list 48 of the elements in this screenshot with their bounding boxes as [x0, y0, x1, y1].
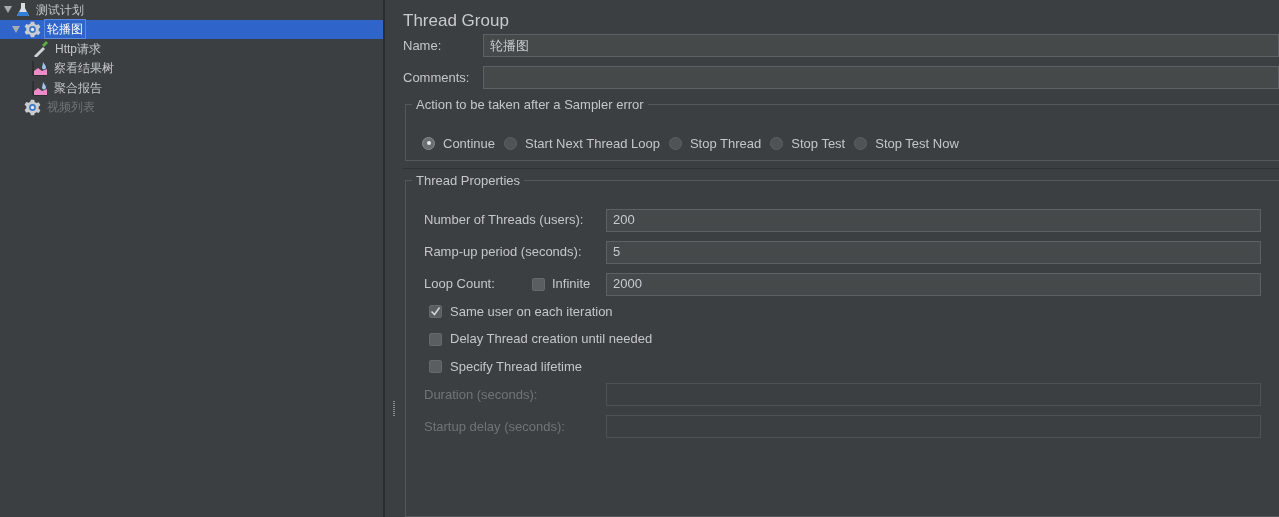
radio-label: Start Next Thread Loop [525, 134, 660, 153]
checkbox[interactable] [429, 360, 442, 373]
radio-label: Stop Test [791, 134, 846, 153]
radio-label: Stop Thread [689, 134, 762, 153]
tree-item[interactable]: 察看结果树 [0, 58, 383, 78]
tree-item[interactable]: Http请求 [0, 39, 383, 59]
field-label: Loop Count: [424, 275, 496, 294]
checkbox-label: Same user on each iteration [450, 302, 613, 321]
radio-label: Continue [443, 134, 496, 153]
radio-button[interactable] [422, 136, 435, 150]
name-field[interactable]: 轮播图 [483, 34, 1279, 57]
number-field[interactable]: 200 [606, 208, 1261, 232]
group-title: Action to be taken after a Sampler error [415, 96, 645, 114]
radio-button[interactable] [770, 136, 784, 150]
field-label: Comments: [403, 68, 471, 87]
field-label: Name: [403, 36, 443, 55]
checkbox[interactable] [429, 305, 442, 318]
comments-field[interactable] [483, 66, 1279, 89]
number-field[interactable]: 2000 [606, 272, 1261, 296]
radio-button[interactable] [854, 136, 868, 150]
flask-icon [16, 1, 30, 18]
field-label: Number of Threads (users): [424, 211, 585, 230]
radio-button[interactable] [504, 136, 518, 150]
panel-title: Thread Group [403, 10, 510, 31]
tree-item[interactable]: 聚合报告 [0, 78, 383, 98]
field-label: Ramp-up period (seconds): [424, 243, 583, 262]
tree-item[interactable]: 轮播图 [0, 19, 383, 39]
gear-icon [24, 20, 41, 38]
checkbox-label: Specify Thread lifetime [450, 357, 582, 376]
checkbox[interactable] [429, 332, 442, 346]
checkbox[interactable] [532, 277, 545, 291]
tree-item-label: 测试计划 [35, 1, 85, 19]
gear-icon [24, 98, 41, 116]
tree-item-label: 聚合报告 [53, 79, 103, 97]
group-title: Thread Properties [415, 172, 522, 190]
graph-icon [32, 79, 48, 96]
number-field[interactable]: 5 [606, 240, 1261, 264]
tree-item[interactable]: 测试计划 [0, 0, 383, 20]
graph-icon [32, 60, 48, 77]
tree-item-label: 察看结果树 [53, 60, 115, 78]
pipette-icon [32, 40, 49, 58]
checkbox-label: Delay Thread creation until needed [450, 330, 653, 349]
splitter-grip-icon[interactable] [392, 400, 396, 417]
checkbox-label: Infinite [552, 275, 592, 294]
radio-label: Stop Test Now [875, 134, 959, 153]
radio-button[interactable] [668, 136, 682, 150]
tree-item-label: Http请求 [54, 40, 102, 58]
tree-item-label: 轮播图 [45, 20, 85, 39]
